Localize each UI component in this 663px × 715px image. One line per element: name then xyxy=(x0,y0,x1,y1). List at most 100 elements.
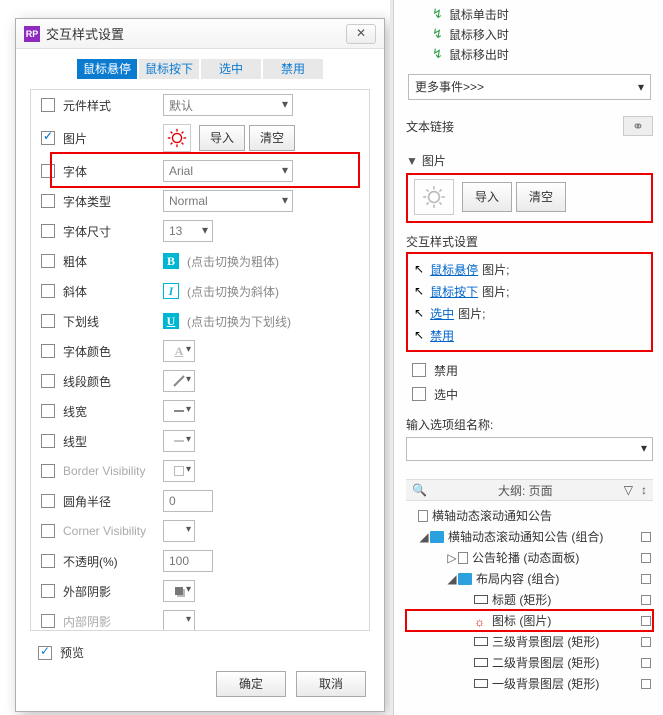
checkbox[interactable] xyxy=(41,614,55,628)
visibility-icon[interactable] xyxy=(641,595,651,605)
tree-group[interactable]: ◢横轴动态滚动通知公告 (组合) xyxy=(406,526,653,547)
checkbox[interactable] xyxy=(41,434,55,448)
import-button[interactable]: 导入 xyxy=(462,182,512,212)
visibility-icon[interactable] xyxy=(641,553,651,563)
checkbox[interactable] xyxy=(41,194,55,208)
ix-disable[interactable]: ↖禁用 xyxy=(414,324,645,346)
clear-button[interactable]: 清空 xyxy=(249,125,295,151)
visibility-icon[interactable] xyxy=(641,637,651,647)
checkbox[interactable] xyxy=(41,314,55,328)
italic-icon[interactable]: I xyxy=(163,283,179,299)
bold-icon[interactable]: B xyxy=(163,253,179,269)
app-icon: RP xyxy=(24,26,40,42)
underline-icon[interactable]: U xyxy=(163,313,179,329)
visibility-icon[interactable] xyxy=(641,532,651,542)
tree-title-rect[interactable]: 标题 (矩形) xyxy=(406,589,653,610)
event-mouse-leave[interactable]: ↯鼠标移出时 xyxy=(406,44,653,64)
option-group-input[interactable] xyxy=(406,437,653,461)
line-color-swatch[interactable] xyxy=(163,370,195,392)
checkbox[interactable] xyxy=(41,584,55,598)
rect-icon xyxy=(474,658,488,667)
checkbox[interactable] xyxy=(41,224,55,238)
tree-panel[interactable]: ▷公告轮播 (动态面板) xyxy=(406,547,653,568)
image-heading: ▼ 图片 xyxy=(406,152,653,169)
corner-vis-swatch[interactable] xyxy=(163,520,195,542)
checkbox[interactable] xyxy=(41,98,55,112)
text-link-heading: 文本链接 ⚭ xyxy=(406,116,653,136)
event-mouse-enter[interactable]: ↯鼠标移入时 xyxy=(406,24,653,44)
state-tabs: 鼠标悬停 鼠标按下 选中 禁用 xyxy=(16,49,384,87)
ok-button[interactable]: 确定 xyxy=(216,671,286,697)
line-width-swatch[interactable] xyxy=(163,400,195,422)
tab-select[interactable]: 选中 xyxy=(201,59,261,79)
style-list[interactable]: 元件样式 默认 ✓ 图片 导入 清空 字体 Arial 字体类型 Normal … xyxy=(30,89,370,631)
visibility-icon[interactable] xyxy=(641,679,651,689)
checkbox[interactable] xyxy=(41,254,55,268)
tree-layout[interactable]: ◢布局内容 (组合) xyxy=(406,568,653,589)
font-combo[interactable]: Arial xyxy=(163,160,293,182)
clear-button[interactable]: 清空 xyxy=(516,182,566,212)
sort-icon[interactable]: ↕ xyxy=(641,483,647,497)
font-size-combo[interactable]: 13 xyxy=(163,220,213,242)
event-click[interactable]: ↯鼠标单击时 xyxy=(406,4,653,24)
filter-icon[interactable]: ▽ xyxy=(624,483,633,497)
row-disable: 禁用 xyxy=(406,358,653,382)
inner-shadow-swatch[interactable] xyxy=(163,610,195,631)
tree-bg2[interactable]: 二级背景图层 (矩形) xyxy=(406,652,653,673)
search-icon[interactable]: 🔍 xyxy=(412,483,427,497)
row-corner-visibility: Corner Visibility xyxy=(31,516,369,546)
link-icon[interactable]: ⚭ xyxy=(623,116,653,136)
outer-shadow-swatch[interactable] xyxy=(163,580,195,602)
close-icon[interactable]: ✕ xyxy=(346,24,376,44)
radius-input[interactable]: 0 xyxy=(163,490,213,512)
row-line-width: 线宽 xyxy=(31,396,369,426)
checkbox[interactable] xyxy=(41,524,55,538)
checkbox[interactable]: ✓ xyxy=(38,646,52,660)
checkbox[interactable] xyxy=(41,374,55,388)
tree-bg1[interactable]: 一级背景图层 (矩形) xyxy=(406,673,653,694)
ix-press[interactable]: ↖鼠标按下 图片; xyxy=(414,280,645,302)
visibility-icon[interactable] xyxy=(641,616,651,626)
font-color-swatch[interactable]: A xyxy=(163,340,195,362)
checkbox[interactable] xyxy=(41,404,55,418)
pane-separator[interactable] xyxy=(390,0,394,715)
checkbox[interactable] xyxy=(41,344,55,358)
expand-icon[interactable]: ◢ xyxy=(446,572,458,586)
expand-icon[interactable]: ◢ xyxy=(418,530,430,544)
checkbox[interactable] xyxy=(41,464,55,478)
tree-bg3[interactable]: 三级背景图层 (矩形) xyxy=(406,631,653,652)
ix-select[interactable]: ↖选中 图片; xyxy=(414,302,645,324)
line-type-swatch[interactable] xyxy=(163,430,195,452)
checkbox[interactable] xyxy=(412,387,426,401)
tree-icon-image[interactable]: ☼图标 (图片) xyxy=(406,610,653,631)
opacity-input[interactable]: 100 xyxy=(163,550,213,572)
cancel-button[interactable]: 取消 xyxy=(296,671,366,697)
font-type-combo[interactable]: Normal xyxy=(163,190,293,212)
visibility-icon[interactable] xyxy=(641,574,651,584)
border-vis-swatch[interactable] xyxy=(163,460,195,482)
collapse-icon[interactable]: ▼ xyxy=(406,154,418,168)
tab-disable[interactable]: 禁用 xyxy=(263,59,323,79)
checkbox[interactable]: ✓ xyxy=(41,131,55,145)
expand-icon[interactable]: ▷ xyxy=(446,551,458,565)
tab-press[interactable]: 鼠标按下 xyxy=(139,59,199,79)
checkbox[interactable] xyxy=(412,363,426,377)
ix-hover[interactable]: ↖鼠标悬停 图片; xyxy=(414,258,645,280)
visibility-icon[interactable] xyxy=(641,658,651,668)
tab-hover[interactable]: 鼠标悬停 xyxy=(77,59,137,79)
checkbox[interactable] xyxy=(41,554,55,568)
checkbox[interactable] xyxy=(41,164,55,178)
row-inner-shadow: 内部阴影 xyxy=(31,606,369,631)
interaction-style-heading: 交互样式设置 xyxy=(406,233,653,250)
element-style-combo[interactable]: 默认 xyxy=(163,94,293,116)
checkbox[interactable] xyxy=(41,284,55,298)
cursor-icon: ↖ xyxy=(414,284,424,298)
tree-root[interactable]: 横轴动态滚动通知公告 xyxy=(406,505,653,526)
dialog-titlebar[interactable]: RP 交互样式设置 ✕ xyxy=(16,19,384,49)
row-radius: 圆角半径 0 xyxy=(31,486,369,516)
bulb-icon xyxy=(163,124,191,152)
more-events-combo[interactable]: 更多事件>>> xyxy=(408,74,651,100)
import-button[interactable]: 导入 xyxy=(199,125,245,151)
properties-pane: ↯鼠标单击时 ↯鼠标移入时 ↯鼠标移出时 更多事件>>> 文本链接 ⚭ ▼ 图片… xyxy=(390,0,663,715)
checkbox[interactable] xyxy=(41,494,55,508)
